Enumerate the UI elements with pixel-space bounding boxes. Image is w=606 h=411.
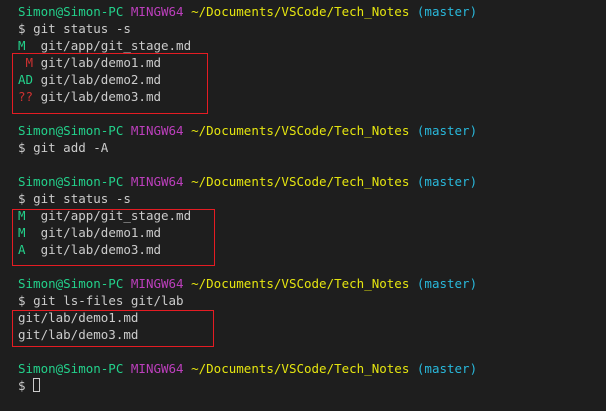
prompt-path: ~/Documents/VSCode/Tech_Notes [191, 4, 410, 19]
prompt-user-host: Simon@Simon-PC [18, 174, 124, 189]
command-line: $ git status -s [18, 190, 131, 207]
highlight-box [12, 310, 214, 347]
prompt-line: Simon@Simon-PC MINGW64 ~/Documents/VSCod… [18, 275, 477, 292]
prompt-line: Simon@Simon-PC MINGW64 ~/Documents/VSCod… [18, 173, 477, 190]
command-line: $ git status -s [18, 20, 131, 37]
prompt-branch: (master) [416, 361, 478, 376]
prompt-shell: MINGW64 [130, 276, 184, 291]
prompt-line: Simon@Simon-PC MINGW64 ~/Documents/VSCod… [18, 360, 477, 377]
prompt-symbol: $ [18, 378, 26, 393]
prompt-user-host: Simon@Simon-PC [18, 276, 124, 291]
prompt-user-host: Simon@Simon-PC [18, 123, 124, 138]
prompt-path: ~/Documents/VSCode/Tech_Notes [191, 361, 410, 376]
prompt-line: Simon@Simon-PC MINGW64 ~/Documents/VSCod… [18, 3, 477, 20]
command-text: git status -s [33, 191, 131, 206]
prompt-branch: (master) [416, 276, 478, 291]
prompt-symbol: $ [18, 191, 26, 206]
text-cursor[interactable] [33, 378, 41, 392]
prompt-shell: MINGW64 [130, 174, 184, 189]
prompt-branch: (master) [416, 123, 478, 138]
prompt-shell: MINGW64 [130, 4, 184, 19]
highlight-box [12, 209, 215, 266]
terminal-window[interactable]: Simon@Simon-PC MINGW64 ~/Documents/VSCod… [0, 0, 606, 411]
command-text: git add -A [33, 140, 109, 155]
prompt-path: ~/Documents/VSCode/Tech_Notes [191, 123, 410, 138]
prompt-shell: MINGW64 [130, 123, 184, 138]
command-text: git status -s [33, 21, 131, 36]
command-text: git ls-files git/lab [33, 293, 184, 308]
status-code: M [18, 38, 34, 53]
command-line: $ git ls-files git/lab [18, 292, 184, 309]
prompt-branch: (master) [416, 4, 478, 19]
prompt-user-host: Simon@Simon-PC [18, 4, 124, 19]
input-line[interactable]: $ [18, 377, 41, 394]
prompt-path: ~/Documents/VSCode/Tech_Notes [191, 174, 410, 189]
prompt-shell: MINGW64 [130, 361, 184, 376]
prompt-line: Simon@Simon-PC MINGW64 ~/Documents/VSCod… [18, 122, 477, 139]
prompt-path: ~/Documents/VSCode/Tech_Notes [191, 276, 410, 291]
prompt-user-host: Simon@Simon-PC [18, 361, 124, 376]
status-line: M git/app/git_stage.md [18, 37, 191, 54]
prompt-symbol: $ [18, 293, 26, 308]
prompt-branch: (master) [416, 174, 478, 189]
command-line: $ git add -A [18, 139, 108, 156]
prompt-symbol: $ [18, 140, 26, 155]
prompt-symbol: $ [18, 21, 26, 36]
file-path: git/app/git_stage.md [40, 38, 192, 53]
highlight-box [12, 53, 208, 114]
